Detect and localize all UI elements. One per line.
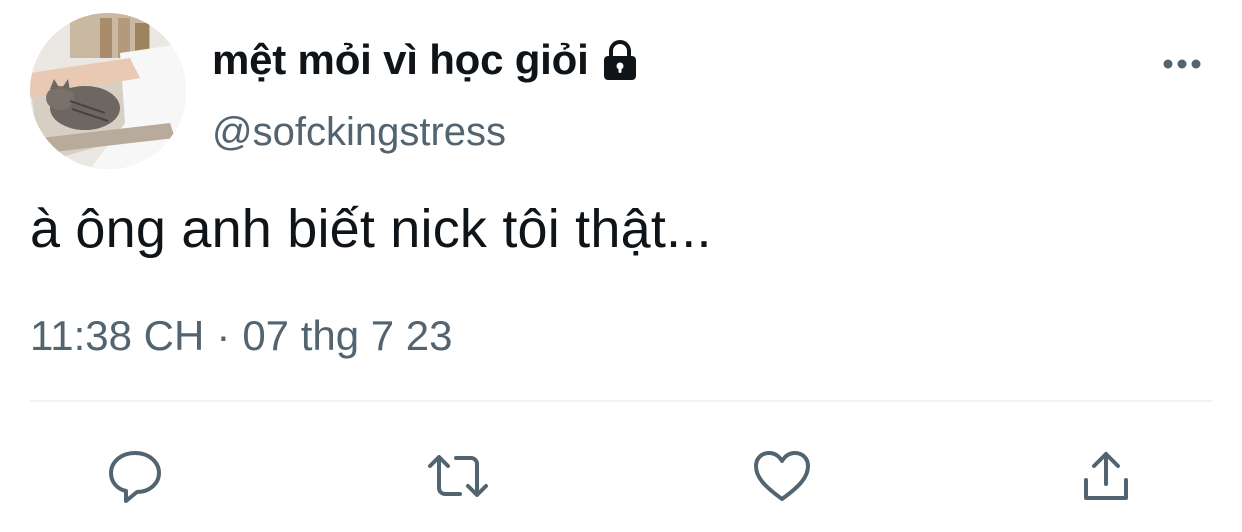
more-options-button[interactable] (1152, 42, 1212, 86)
share-button[interactable] (1074, 444, 1138, 508)
reply-bubble-icon (109, 451, 161, 503)
display-name[interactable]: mệt mỏi vì học giỏi (212, 36, 589, 84)
reply-button[interactable] (103, 444, 167, 508)
share-upload-icon (1084, 452, 1128, 500)
retweet-icon (428, 455, 488, 497)
avatar[interactable] (30, 13, 186, 169)
display-name-row: mệt mỏi vì học giỏi (212, 32, 643, 88)
retweet-button[interactable] (426, 444, 490, 508)
like-button[interactable] (750, 444, 814, 508)
meta-separator: · (216, 312, 231, 359)
tweet-timestamp[interactable]: 11:38 CH · 07 thg 7 23 (30, 312, 453, 360)
more-dots-icon (1163, 59, 1201, 69)
heart-icon (754, 451, 810, 501)
divider (30, 400, 1212, 402)
user-handle[interactable]: @sofckingstress (212, 110, 506, 155)
avatar-image (30, 13, 186, 169)
tweet-date: 07 thg 7 23 (242, 312, 453, 359)
tweet-time: 11:38 CH (30, 312, 205, 359)
tweet-text: à ông anh biết nick tôi thật... (30, 199, 712, 259)
lock-icon (597, 37, 643, 83)
